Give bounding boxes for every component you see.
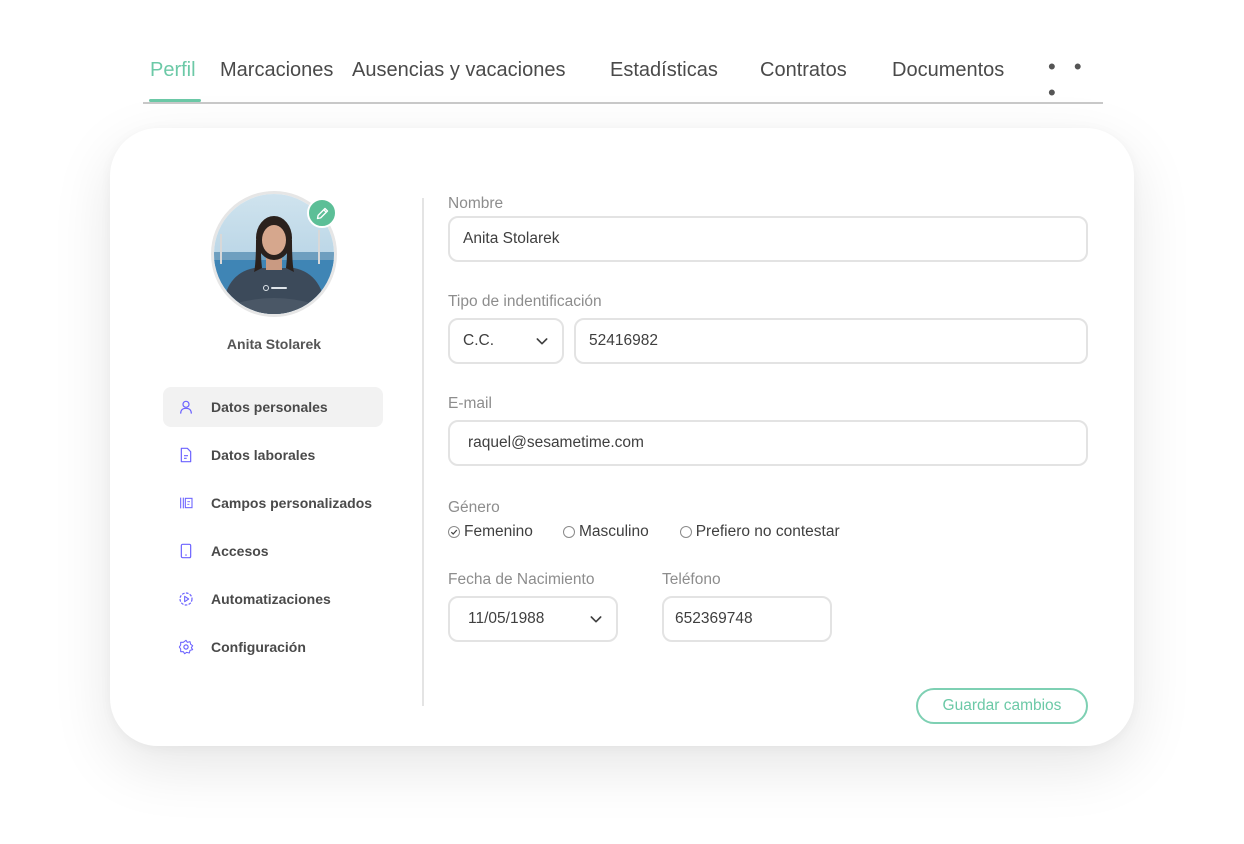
radio-checked-icon	[448, 526, 460, 538]
sidebar-item-label: Accesos	[211, 543, 269, 559]
telefono-input[interactable]	[675, 610, 830, 628]
genero-radio-group: Femenino Masculino Prefiero no contestar	[448, 523, 840, 541]
top-tabs: Perfil Marcaciones Ausencias y vacacione…	[143, 48, 1103, 106]
tab-marcaciones[interactable]: Marcaciones	[220, 59, 333, 82]
sidebar-item-label: Configuración	[211, 639, 306, 655]
sidebar-item-label: Datos laborales	[211, 447, 316, 463]
genero-label: Género	[448, 499, 500, 516]
tab-ausencias[interactable]: Ausencias y vacaciones	[352, 59, 565, 82]
save-changes-button[interactable]: Guardar cambios	[916, 688, 1088, 724]
more-tabs-button[interactable]: • • •	[1048, 54, 1103, 106]
nombre-input[interactable]	[463, 230, 1086, 248]
id-number-input[interactable]	[589, 332, 1086, 350]
sidebar-item-datos-personales[interactable]: Datos personales	[163, 387, 383, 427]
sidebar-item-accesos[interactable]: Accesos	[163, 531, 383, 571]
identificacion-label: Tipo de indentificación	[448, 293, 602, 310]
chevron-down-icon	[536, 338, 548, 345]
fecha-value: 11/05/1988	[468, 610, 545, 627]
automation-icon	[177, 590, 195, 608]
profile-card: Anita Stolarek Datos personales Datos la…	[110, 128, 1134, 746]
fecha-label: Fecha de Nacimiento	[448, 571, 595, 588]
sidebar-item-configuracion[interactable]: Configuración	[163, 627, 383, 667]
profile-name: Anita Stolarek	[226, 336, 322, 352]
sidebar-item-datos-laborales[interactable]: Datos laborales	[163, 435, 383, 475]
id-type-value: C.C.	[463, 332, 494, 349]
radio-label: Masculino	[578, 523, 649, 540]
document-icon	[177, 446, 195, 464]
tab-documentos[interactable]: Documentos	[892, 59, 1004, 82]
gear-icon	[177, 638, 195, 656]
side-nav: Datos personales Datos laborales Campos …	[163, 387, 383, 675]
radio-unchecked-icon	[679, 526, 692, 538]
email-label: E-mail	[448, 395, 492, 412]
device-icon	[177, 542, 195, 560]
nombre-label: Nombre	[448, 195, 504, 212]
fecha-select[interactable]: 11/05/1988	[448, 596, 618, 642]
radio-masculino[interactable]: Masculino	[562, 523, 649, 541]
radio-unchecked-icon	[562, 526, 575, 538]
radio-label: Femenino	[464, 523, 533, 540]
email-field[interactable]	[448, 420, 1088, 466]
tab-contratos[interactable]: Contratos	[760, 59, 847, 82]
sidebar-item-label: Datos personales	[211, 399, 328, 415]
tab-perfil[interactable]: Perfil	[149, 59, 201, 102]
sidebar-item-automatizaciones[interactable]: Automatizaciones	[163, 579, 383, 619]
sidebar-item-campos-personalizados[interactable]: Campos personalizados	[163, 483, 383, 523]
tab-estadisticas[interactable]: Estadísticas	[610, 59, 718, 82]
email-input[interactable]	[468, 434, 1086, 452]
radio-femenino[interactable]: Femenino	[448, 523, 533, 541]
user-icon	[177, 398, 195, 416]
id-number-field[interactable]	[574, 318, 1088, 364]
custom-fields-icon	[177, 494, 195, 512]
sidebar-item-label: Campos personalizados	[211, 495, 373, 511]
edit-avatar-button[interactable]	[307, 198, 337, 228]
telefono-label: Teléfono	[662, 571, 721, 588]
radio-label: Prefiero no contestar	[695, 523, 840, 540]
vertical-divider	[422, 198, 424, 706]
telefono-field[interactable]	[662, 596, 832, 642]
nombre-field[interactable]	[448, 216, 1088, 262]
chevron-down-icon	[590, 616, 602, 623]
sidebar-item-label: Automatizaciones	[211, 591, 331, 607]
id-type-select[interactable]: C.C.	[448, 318, 564, 364]
radio-prefiero-no-contestar[interactable]: Prefiero no contestar	[679, 523, 840, 541]
pencil-icon	[316, 207, 328, 219]
